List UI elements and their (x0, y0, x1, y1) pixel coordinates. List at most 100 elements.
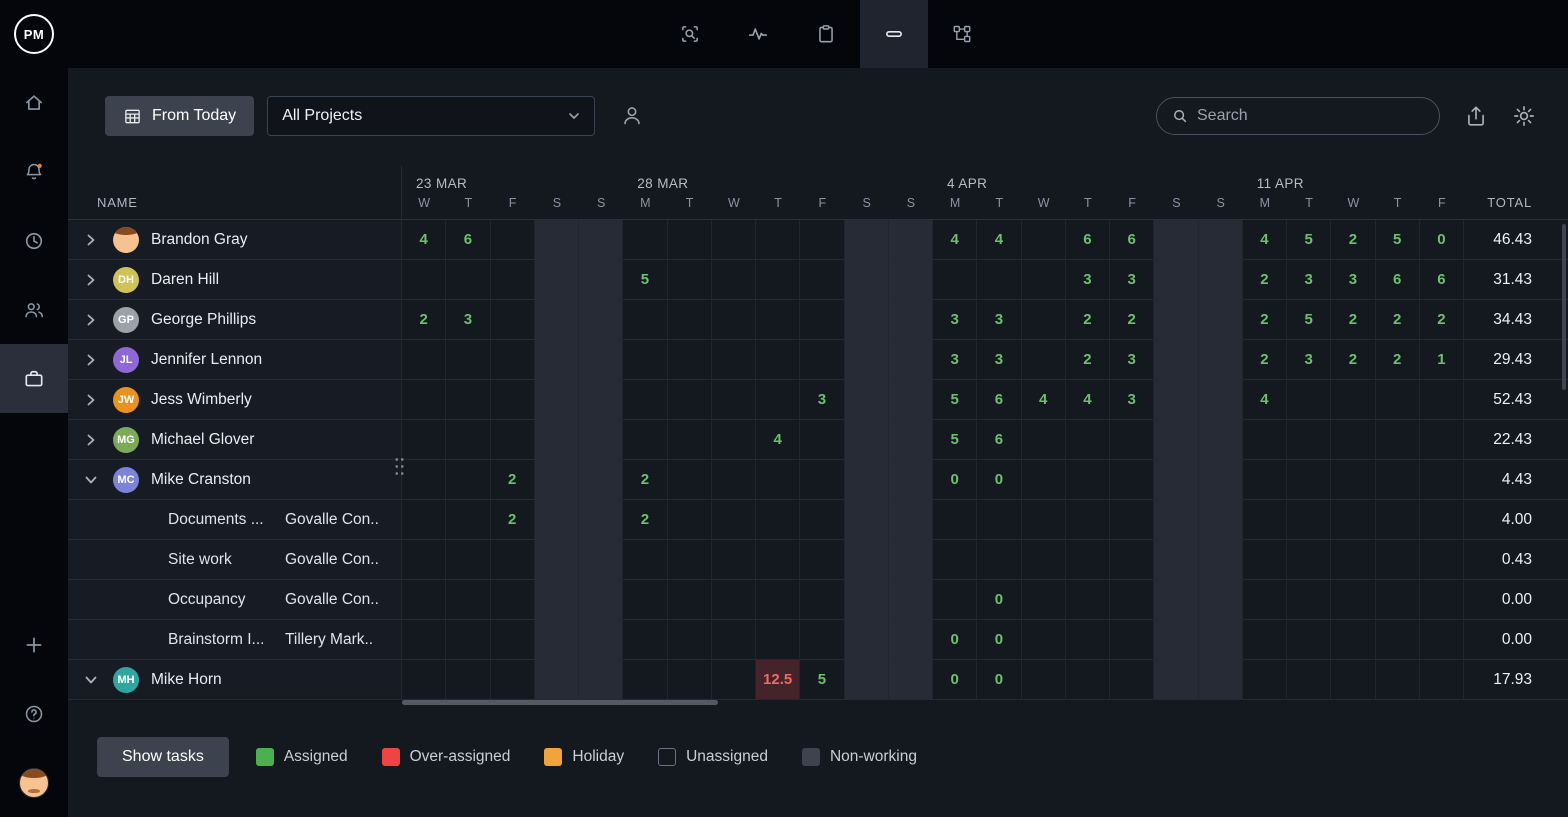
allocation-cell[interactable] (845, 540, 889, 579)
allocation-cell[interactable] (623, 220, 667, 259)
allocation-cell[interactable] (579, 580, 623, 619)
allocation-cell[interactable] (1376, 540, 1420, 579)
allocation-cell[interactable]: 2 (491, 460, 535, 499)
allocation-cell[interactable] (845, 220, 889, 259)
allocation-cell[interactable] (1331, 500, 1375, 539)
allocation-cell[interactable] (1110, 460, 1154, 499)
allocation-cell[interactable] (712, 500, 756, 539)
allocation-cell[interactable] (1199, 620, 1243, 659)
allocation-cell[interactable] (1110, 620, 1154, 659)
allocation-cell[interactable] (712, 260, 756, 299)
allocation-cell[interactable]: 5 (1287, 300, 1331, 339)
allocation-cell[interactable]: 4 (1066, 380, 1110, 419)
allocation-cell[interactable] (1199, 460, 1243, 499)
search-input[interactable] (1197, 107, 1425, 125)
allocation-cell[interactable]: 4 (933, 220, 977, 259)
allocation-cell[interactable] (491, 260, 535, 299)
allocation-cell[interactable]: 6 (446, 220, 490, 259)
row-name-cell[interactable]: JLJennifer Lennon (68, 340, 402, 379)
allocation-cell[interactable]: 2 (1243, 340, 1287, 379)
allocation-cell[interactable] (1243, 420, 1287, 459)
allocation-cell[interactable] (579, 420, 623, 459)
allocation-cell[interactable] (1154, 540, 1198, 579)
allocation-cell[interactable] (535, 660, 579, 699)
tab-workflow[interactable] (928, 0, 996, 68)
row-name-cell[interactable]: Documents ...Govalle Con.. (68, 500, 402, 539)
allocation-cell[interactable] (1287, 380, 1331, 419)
allocation-cell[interactable] (623, 340, 667, 379)
allocation-cell[interactable] (491, 340, 535, 379)
allocation-cell[interactable] (889, 220, 933, 259)
allocation-cell[interactable] (1376, 420, 1420, 459)
allocation-cell[interactable] (623, 420, 667, 459)
allocation-cell[interactable]: 3 (800, 380, 844, 419)
allocation-cell[interactable]: 3 (1110, 340, 1154, 379)
allocation-cell[interactable] (1110, 420, 1154, 459)
allocation-cell[interactable] (668, 540, 712, 579)
allocation-cell[interactable] (1420, 500, 1464, 539)
allocation-cell[interactable] (1331, 460, 1375, 499)
allocation-cell[interactable]: 3 (1110, 260, 1154, 299)
allocation-cell[interactable] (1199, 300, 1243, 339)
sidebar-item-profile[interactable] (0, 748, 68, 817)
sidebar-item-notifications[interactable] (0, 137, 68, 206)
allocation-cell[interactable] (1199, 420, 1243, 459)
allocation-cell[interactable] (712, 660, 756, 699)
allocation-cell[interactable] (668, 340, 712, 379)
allocation-cell[interactable] (1376, 500, 1420, 539)
allocation-cell[interactable]: 2 (1110, 300, 1154, 339)
allocation-cell[interactable] (1022, 300, 1066, 339)
app-logo[interactable]: PM (0, 0, 68, 68)
allocation-cell[interactable] (579, 260, 623, 299)
allocation-cell[interactable]: 2 (1376, 300, 1420, 339)
allocation-cell[interactable] (1154, 340, 1198, 379)
allocation-cell[interactable]: 6 (1110, 220, 1154, 259)
allocation-cell[interactable] (712, 620, 756, 659)
allocation-cell[interactable]: 3 (1331, 260, 1375, 299)
allocation-cell[interactable] (535, 460, 579, 499)
allocation-cell[interactable] (1420, 460, 1464, 499)
allocation-cell[interactable] (668, 380, 712, 419)
allocation-cell[interactable] (1199, 580, 1243, 619)
allocation-cell[interactable] (845, 660, 889, 699)
allocation-cell[interactable]: 0 (933, 460, 977, 499)
allocation-cell[interactable] (402, 620, 446, 659)
sidebar-item-home[interactable] (0, 68, 68, 137)
allocation-cell[interactable] (756, 460, 800, 499)
allocation-cell[interactable] (845, 620, 889, 659)
row-name-cell[interactable]: OccupancyGovalle Con.. (68, 580, 402, 619)
allocation-cell[interactable]: 6 (1376, 260, 1420, 299)
allocation-cell[interactable] (446, 340, 490, 379)
allocation-cell[interactable] (623, 620, 667, 659)
allocation-cell[interactable] (1420, 540, 1464, 579)
allocation-cell[interactable] (1154, 580, 1198, 619)
allocation-cell[interactable] (1243, 540, 1287, 579)
allocation-cell[interactable] (756, 220, 800, 259)
allocation-cell[interactable] (535, 620, 579, 659)
allocation-cell[interactable] (1022, 420, 1066, 459)
allocation-cell[interactable] (1287, 620, 1331, 659)
allocation-cell[interactable] (756, 500, 800, 539)
row-name-cell[interactable]: DHDaren Hill (68, 260, 402, 299)
allocation-cell[interactable] (535, 580, 579, 619)
allocation-cell[interactable]: 3 (1110, 380, 1154, 419)
allocation-cell[interactable] (1331, 660, 1375, 699)
allocation-cell[interactable] (579, 460, 623, 499)
allocation-cell[interactable] (712, 300, 756, 339)
row-name-cell[interactable]: Brandon Gray (68, 220, 402, 259)
allocation-cell[interactable] (1376, 580, 1420, 619)
allocation-cell[interactable] (1022, 460, 1066, 499)
allocation-cell[interactable] (889, 260, 933, 299)
allocation-cell[interactable] (491, 660, 535, 699)
allocation-cell[interactable] (889, 460, 933, 499)
allocation-cell[interactable] (1154, 380, 1198, 419)
tab-activity[interactable] (724, 0, 792, 68)
allocation-cell[interactable] (446, 460, 490, 499)
allocation-cell[interactable] (1022, 540, 1066, 579)
allocation-cell[interactable] (712, 460, 756, 499)
allocation-cell[interactable]: 2 (1331, 300, 1375, 339)
allocation-cell[interactable] (1199, 540, 1243, 579)
allocation-cell[interactable] (535, 340, 579, 379)
allocation-cell[interactable] (1331, 620, 1375, 659)
allocation-cell[interactable]: 3 (1287, 260, 1331, 299)
